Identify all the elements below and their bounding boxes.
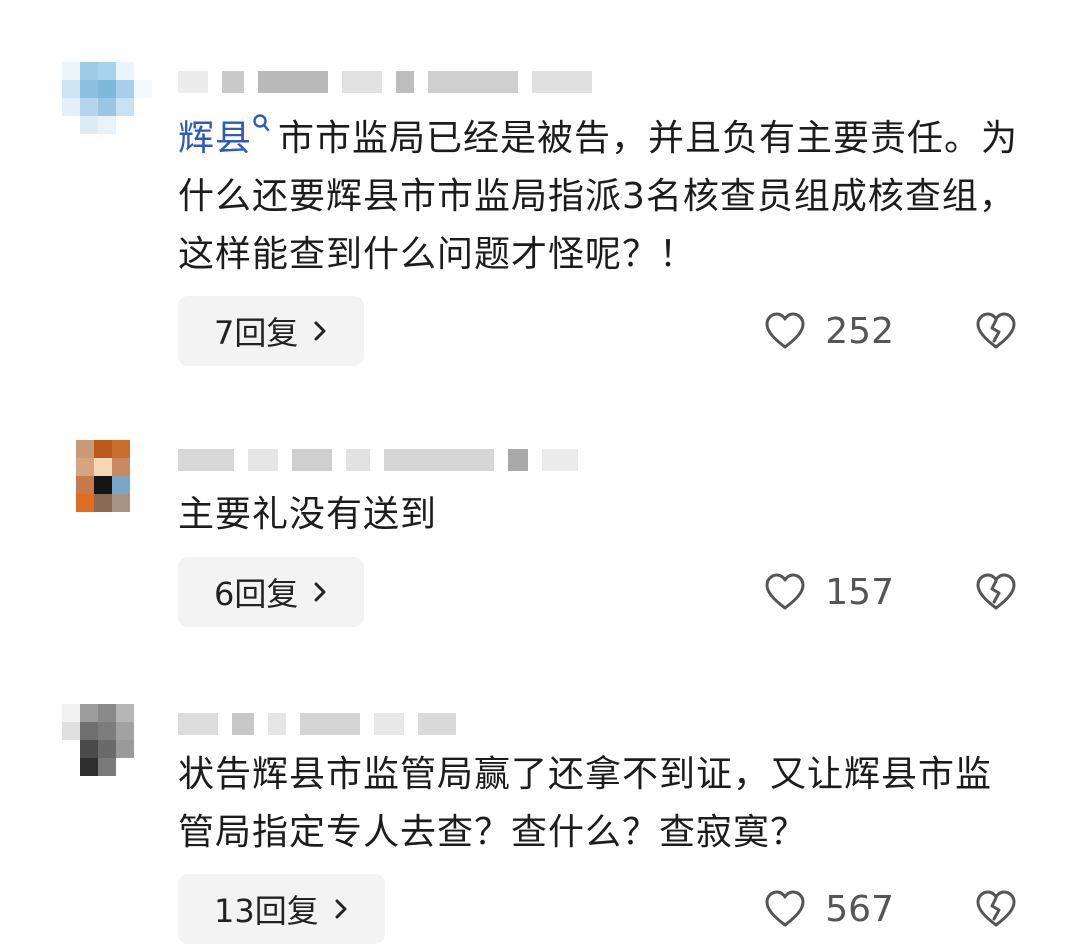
reply-label: 6回复 — [214, 575, 299, 613]
chevron-right-icon — [314, 321, 326, 341]
username-blurred[interactable] — [178, 62, 606, 102]
like-button[interactable]: 252 — [763, 296, 894, 366]
comment-text: 辉县 市市监局已经是被告，并且负有主要责任。为什么还要辉县市市监局指派3名核查员组… — [178, 110, 1028, 284]
broken-heart-icon — [976, 312, 1016, 349]
avatar[interactable] — [62, 62, 152, 142]
username-blurred[interactable] — [178, 440, 592, 480]
reply-label: 13回复 — [214, 892, 319, 930]
like-count: 157 — [825, 571, 894, 613]
heart-icon — [765, 890, 805, 927]
comment-text: 状告辉县市监管局赢了还拿不到证，又让辉县市监管局指定专人去查？查什么？查寂寞？ — [178, 754, 993, 853]
dislike-button[interactable] — [974, 557, 1018, 627]
topic-tag[interactable]: 辉县 — [178, 114, 278, 159]
chevron-right-icon — [335, 899, 347, 919]
reply-count-button[interactable]: 6回复 — [178, 557, 365, 627]
reply-label: 7回复 — [214, 314, 299, 352]
like-count: 567 — [825, 888, 894, 930]
chevron-right-icon — [314, 582, 326, 602]
like-button[interactable]: 157 — [763, 557, 894, 627]
dislike-button[interactable] — [974, 296, 1018, 366]
reply-count-button[interactable]: 7回复 — [178, 296, 365, 366]
reply-count-button[interactable]: 13回复 — [178, 874, 385, 944]
dislike-button[interactable] — [974, 874, 1018, 944]
search-icon — [253, 114, 270, 132]
heart-icon — [765, 573, 805, 610]
like-count: 252 — [825, 310, 894, 352]
avatar[interactable] — [76, 440, 166, 520]
like-button[interactable]: 567 — [763, 874, 894, 944]
username-blurred[interactable] — [178, 704, 470, 744]
broken-heart-icon — [976, 890, 1016, 927]
heart-icon — [765, 312, 805, 349]
avatar[interactable] — [62, 704, 152, 784]
comment-text: 主要礼没有送到 — [178, 494, 438, 535]
broken-heart-icon — [976, 573, 1016, 610]
